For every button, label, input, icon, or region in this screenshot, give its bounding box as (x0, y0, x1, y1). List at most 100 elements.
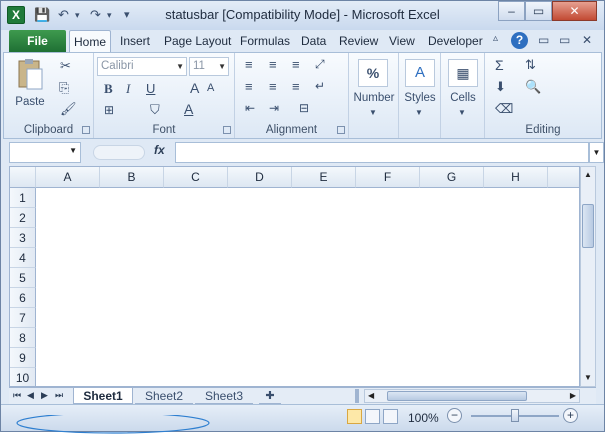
column-header[interactable]: C (164, 167, 228, 188)
page-break-view-icon[interactable] (383, 409, 398, 424)
zoom-slider[interactable] (471, 409, 559, 422)
row-header[interactable]: 3 (10, 228, 36, 248)
page-layout-view-icon[interactable] (365, 409, 380, 424)
sheet-tab-2[interactable]: Sheet2 (135, 388, 193, 404)
status-bar[interactable]: 100% − + (1, 404, 604, 434)
zoom-in-button[interactable]: + (563, 408, 578, 423)
align-middle-icon[interactable]: ≡ (269, 57, 277, 72)
cut-icon[interactable]: ✂ (60, 58, 71, 74)
insert-function-button[interactable]: fx (154, 143, 165, 157)
worksheet-grid[interactable]: ABCDEFGHI 12345678910 (9, 166, 580, 387)
row-header[interactable]: 7 (10, 308, 36, 328)
grow-font-button[interactable]: A (190, 80, 199, 96)
column-header[interactable]: G (420, 167, 484, 188)
italic-button[interactable]: I (126, 81, 130, 97)
expand-formula-bar-icon[interactable]: ▼ (589, 142, 604, 163)
first-sheet-icon[interactable]: ⏮ (13, 390, 21, 401)
styles-icon[interactable]: A (405, 59, 435, 87)
zoom-out-button[interactable]: − (447, 408, 462, 423)
tab-formulas[interactable]: Formulas (236, 30, 294, 52)
underline-button[interactable]: U (146, 81, 155, 96)
sheet-tab-1[interactable]: Sheet1 (73, 388, 133, 404)
clear-icon[interactable]: ⌫ (495, 101, 513, 117)
select-all-corner[interactable] (10, 167, 36, 188)
zoom-level[interactable]: 100% (408, 411, 439, 425)
column-header[interactable]: F (356, 167, 420, 188)
name-box[interactable]: ▼ (9, 142, 81, 163)
align-bottom-icon[interactable]: ≡ (292, 57, 300, 72)
formula-input[interactable] (175, 142, 589, 163)
row-header[interactable]: 8 (10, 328, 36, 348)
tab-page-layout[interactable]: Page Layout (160, 30, 235, 52)
fill-color-icon[interactable]: ⛉ (150, 102, 160, 118)
column-header[interactable]: B (100, 167, 164, 188)
horizontal-scroll-thumb[interactable] (387, 391, 527, 401)
cells-button[interactable]: Cells (441, 92, 485, 104)
next-sheet-icon[interactable]: ▶ (41, 390, 48, 401)
align-center-icon[interactable]: ≡ (269, 79, 277, 94)
font-color-button[interactable]: A (184, 101, 193, 117)
font-size-dropdown[interactable]: 11 ▼ (189, 57, 229, 76)
find-select-icon[interactable]: 🔍 (525, 79, 541, 95)
last-sheet-icon[interactable]: ⏭ (55, 390, 63, 401)
column-header[interactable]: D (228, 167, 292, 188)
scroll-up-icon[interactable]: ▲ (581, 167, 595, 183)
copy-icon[interactable]: ⎘ (59, 80, 69, 96)
row-header[interactable]: 2 (10, 208, 36, 228)
align-right-icon[interactable]: ≡ (292, 79, 300, 94)
wrap-text-icon[interactable]: ↵ (315, 79, 325, 93)
column-header[interactable]: H (484, 167, 548, 188)
doc-close-icon[interactable]: ✕ (582, 33, 592, 47)
font-name-dropdown[interactable]: Calibri ▼ (97, 57, 187, 76)
increase-indent-icon[interactable]: ⇥ (269, 101, 279, 115)
styles-button[interactable]: Styles (399, 92, 441, 104)
bold-button[interactable]: B (104, 81, 113, 97)
normal-view-icon[interactable] (347, 409, 362, 424)
row-header[interactable]: 9 (10, 348, 36, 368)
orientation-icon[interactable]: ⤢ (315, 57, 325, 72)
align-top-icon[interactable]: ≡ (245, 57, 253, 72)
percent-icon[interactable]: % (358, 59, 388, 87)
formula-bar-splitter[interactable] (93, 145, 145, 160)
scroll-left-icon[interactable]: ◀ (368, 390, 374, 402)
tab-view[interactable]: View (385, 30, 419, 52)
column-header[interactable]: I (548, 167, 579, 188)
row-header[interactable]: 1 (10, 188, 36, 208)
cells-icon[interactable]: ▦ (448, 59, 478, 87)
scroll-down-icon[interactable]: ▼ (581, 370, 595, 386)
insert-sheet-icon[interactable]: ✚ (259, 388, 281, 404)
doc-minimize-icon[interactable]: ▭ (538, 33, 549, 47)
decrease-indent-icon[interactable]: ⇤ (245, 101, 255, 115)
borders-icon[interactable]: ⊞ (104, 103, 114, 117)
fill-icon[interactable]: ⬇ (495, 79, 506, 95)
close-button[interactable]: ✕ (552, 1, 597, 21)
tab-data[interactable]: Data (297, 30, 330, 52)
vertical-scroll-thumb[interactable] (582, 204, 594, 248)
shrink-font-button[interactable]: A (207, 82, 214, 94)
tab-file[interactable]: File (9, 30, 66, 52)
doc-restore-icon[interactable]: ▭ (559, 33, 570, 47)
ribbon-collapse-icon[interactable]: ▵ (493, 33, 498, 44)
scroll-right-icon[interactable]: ▶ (570, 390, 576, 402)
paste-button[interactable]: Paste (10, 57, 50, 108)
help-icon[interactable]: ? (511, 32, 528, 49)
sheet-tab-3[interactable]: Sheet3 (195, 388, 253, 404)
zoom-slider-knob[interactable] (511, 409, 519, 422)
format-painter-icon[interactable]: 🖌 (60, 101, 77, 117)
vertical-scrollbar[interactable]: ▲ ▼ (580, 166, 596, 387)
row-header[interactable]: 5 (10, 268, 36, 288)
number-button[interactable]: Number (349, 92, 399, 104)
tab-developer[interactable]: Developer (424, 30, 487, 52)
sort-filter-icon[interactable]: ⇅ (525, 57, 536, 73)
align-left-icon[interactable]: ≡ (245, 79, 253, 94)
autosum-button[interactable]: Σ (495, 57, 504, 73)
tab-review[interactable]: Review (335, 30, 382, 52)
horizontal-scrollbar[interactable]: ◀ ▶ (364, 389, 580, 403)
row-header[interactable]: 6 (10, 288, 36, 308)
font-launcher-icon[interactable] (223, 126, 231, 134)
row-header[interactable]: 10 (10, 368, 36, 386)
tab-home[interactable]: Home (69, 30, 112, 52)
alignment-launcher-icon[interactable] (337, 126, 345, 134)
prev-sheet-icon[interactable]: ◀ (27, 390, 34, 401)
tab-insert[interactable]: Insert (116, 30, 154, 52)
